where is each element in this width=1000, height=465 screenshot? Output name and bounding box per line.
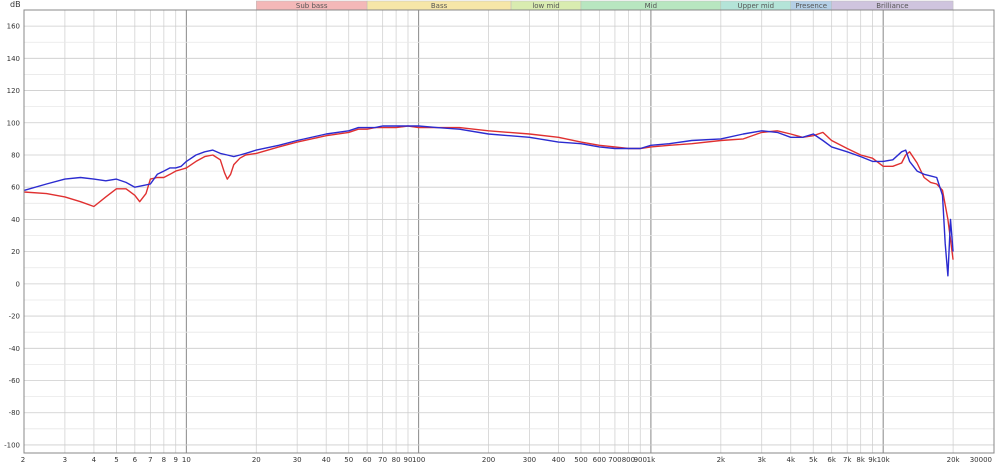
x-tick-label: 5k [809,456,818,464]
x-tick-label: 30000 [970,456,992,464]
x-tick-label: 50 [344,456,353,464]
band-label: Bass [431,2,448,10]
x-tick-label: 3 [63,456,67,464]
x-tick-label: 700 [608,456,621,464]
x-tick-label: 10k [877,456,891,464]
y-tick-label: 100 [7,119,20,127]
x-tick-label: 1k [647,456,656,464]
x-tick-label: 300 [523,456,536,464]
band-label: Mid [645,2,657,10]
x-tick-label: 30 [293,456,302,464]
x-tick-label: 3k [757,456,766,464]
x-tick-label: 9 [173,456,177,464]
y-tick-label: 40 [11,216,20,224]
band-label: Presence [795,2,827,10]
x-tick-label: 40 [322,456,331,464]
x-tick-label: 20k [947,456,961,464]
y-tick-label: 80 [11,151,20,159]
frequency-bands: Sub bass Bass low mid Mid Upper mid Presence B… [256,0,954,11]
x-tick-label: 8 [162,456,166,464]
x-tick-label: 900 [634,456,647,464]
x-tick-label: 600 [593,456,606,464]
x-tick-label: 4 [92,456,97,464]
x-tick-label: 8k [856,456,865,464]
y-tick-label: 120 [7,87,20,95]
x-tick-label: 2 [21,456,25,464]
x-tick-label: 400 [552,456,565,464]
x-tick-label: 6k [827,456,836,464]
x-tick-label: 4k [786,456,795,464]
band-label: Brilliance [876,2,908,10]
y-tick-label: -80 [9,409,20,417]
y-axis-unit-label: dB [10,0,21,9]
x-tick-label: 60 [363,456,372,464]
y-tick-label: 160 [7,23,20,31]
x-tick-label: 10 [182,456,191,464]
y-tick-label: 140 [7,55,20,63]
x-tick-label: 500 [574,456,587,464]
x-tick-label: 6 [133,456,138,464]
band-label: Sub bass [296,2,328,10]
y-tick-label: 20 [11,248,20,256]
x-tick-label: 200 [482,456,495,464]
y-tick-label: -60 [9,377,20,385]
band-label: low mid [532,2,559,10]
frequency-response-chart: Sub bass Bass low mid Mid Upper mid Presence B… [0,0,1000,465]
y-tick-label: 0 [16,280,20,288]
band-label: Upper mid [737,2,774,10]
x-tick-label: 100 [412,456,425,464]
x-tick-label: 7k [843,456,852,464]
x-tick-label: 80 [392,456,401,464]
y-tick-label: -20 [9,313,20,321]
y-tick-label: 60 [11,184,20,192]
x-tick-label: 20 [252,456,261,464]
x-tick-label: 5 [114,456,118,464]
x-tick-label: 70 [378,456,387,464]
y-tick-label: -40 [9,345,20,353]
x-tick-label: 2k [717,456,726,464]
y-tick-label: -100 [4,441,20,449]
x-tick-label: 7 [148,456,152,464]
